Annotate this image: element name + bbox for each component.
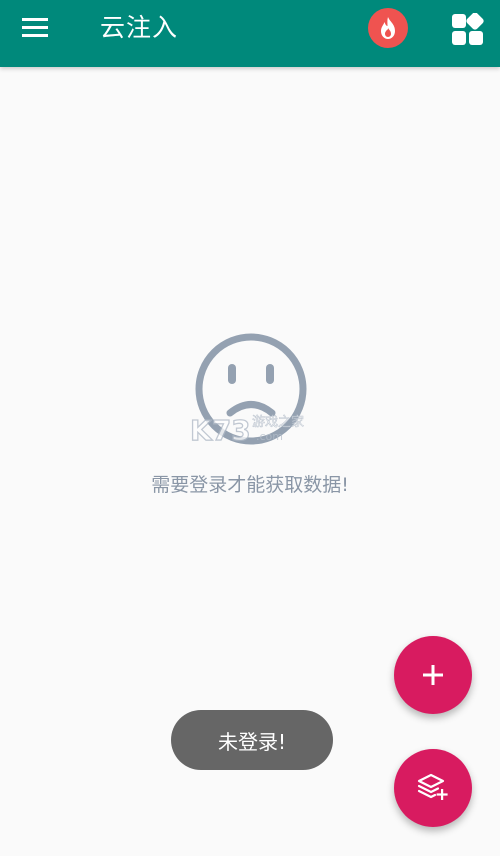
layers-add-icon bbox=[417, 773, 448, 800]
apps-grid-icon bbox=[452, 13, 484, 45]
watermark-text: 游戏之家 bbox=[252, 414, 304, 430]
app-toolbar: 云注入 bbox=[0, 0, 500, 67]
empty-state-message: 需要登录才能获取数据! bbox=[151, 474, 349, 496]
menu-button[interactable] bbox=[14, 10, 58, 46]
apps-button[interactable] bbox=[446, 8, 490, 52]
plus-icon bbox=[423, 665, 443, 685]
watermark-sub: .com bbox=[256, 430, 283, 443]
flame-icon bbox=[381, 17, 395, 39]
add-fab-button[interactable] bbox=[394, 636, 472, 714]
hot-button[interactable] bbox=[368, 8, 408, 48]
toast-message: 未登录! bbox=[171, 710, 333, 770]
k73-watermark-logo: K73 游戏之家 .com bbox=[190, 413, 304, 447]
hamburger-menu-icon bbox=[22, 18, 48, 37]
app-screen: 云注入 K73 游戏之家 .com 需要登录才能获取数据! 未登录! bbox=[0, 0, 500, 856]
watermark-logo: K73 bbox=[190, 414, 251, 447]
add-layer-fab-button[interactable] bbox=[394, 749, 472, 827]
page-title: 云注入 bbox=[100, 13, 179, 42]
